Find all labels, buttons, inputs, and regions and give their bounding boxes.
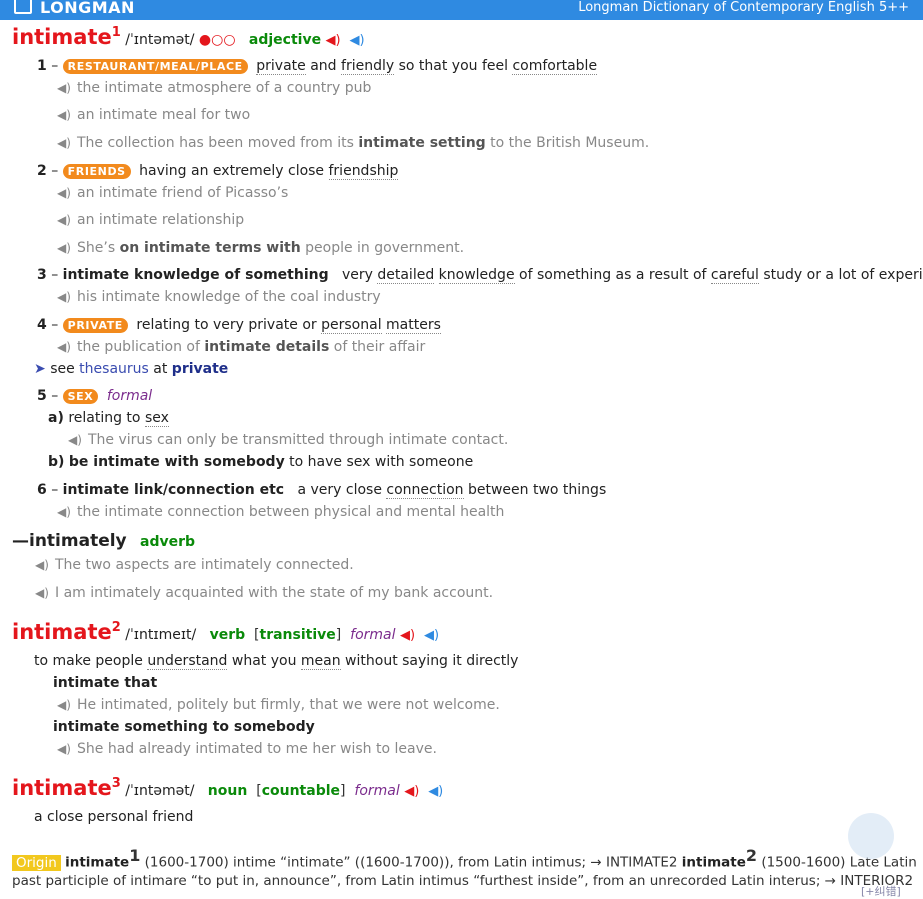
speaker-icon[interactable]: ◀) [57,742,77,756]
thesaurus-pointer: ➤ see thesaurus at private [34,361,229,377]
entry-2-def: to make people understand what you mean … [34,653,519,670]
example: ◀) He intimated, politely but firmly, tha… [57,697,500,713]
example: ◀) The virus can only be transmitted thro… [68,432,509,448]
sense-badge: RESTAURANT/MEAL/PLACE [62,59,248,74]
arrow-pointer-icon: ➤ [34,361,46,377]
sense-1: 1 – RESTAURANT/MEAL/PLACE private and fr… [37,58,598,75]
app-header: LONGMAN Longman Dictionary of Contempora… [0,0,923,20]
speaker-icon[interactable]: ◀) [57,213,77,227]
lexical-unit: intimate knowledge of something [62,267,329,283]
headword: intimate2 [12,620,121,644]
speaker-british-icon[interactable]: ◀) [404,784,419,799]
dictionary-title: Longman Dictionary of Contemporary Engli… [578,0,909,15]
speaker-icon[interactable]: ◀) [68,433,88,447]
etymology-line-1: Origin intimate1 (1600-1700) intime “int… [12,846,917,871]
longman-logo: LONGMAN [14,0,135,17]
speaker-icon[interactable]: ◀) [57,340,77,354]
speaker-american-icon[interactable]: ◀) [428,784,443,799]
pronunciation: /ˈɪntəmət/ [125,32,195,48]
speaker-icon[interactable]: ◀) [35,586,55,600]
origin-badge: Origin [12,854,61,871]
pattern: intimate that [53,675,158,691]
example: ◀) his intimate knowledge of the coal ind… [57,289,381,305]
speaker-british-icon[interactable]: ◀) [326,33,341,48]
book-logo-icon [14,0,32,14]
sense-2: 2 – FRIENDS having an extremely close fr… [37,163,399,180]
etymology-line-2: past participle of intimare “to put in, … [12,873,914,889]
headword: intimate1 [12,25,121,49]
thesaurus-link[interactable]: thesaurus [79,361,149,377]
example: ◀) She had already intimated to me her wi… [57,741,437,757]
part-of-speech: adjective [248,32,322,48]
thesaurus-target-link[interactable]: private [172,361,229,377]
entry-3-def: a close personal friend [34,809,194,825]
entry-3-head: intimate3 /ˈɪntəmət/ noun [countable] fo… [12,776,444,800]
speaker-icon[interactable]: ◀) [57,136,77,150]
speaker-icon[interactable]: ◀) [57,81,77,95]
floating-action-icon[interactable] [848,813,894,859]
example: ◀) I am intimately acquainted with the st… [35,585,494,601]
subsense-a: a) relating to sex [48,410,169,427]
speaker-icon[interactable]: ◀) [57,698,77,712]
sense-def: private and friendly so that you feel co… [256,58,598,75]
example: ◀) the publication of intimate details of… [57,339,426,355]
entry-2-head: intimate2 /ˈɪntɪmeɪt/ verb [transitive] … [12,620,440,644]
register-label: formal [106,388,153,404]
sense-5: 5 – SEX formal [37,388,153,404]
entry-1-head: intimate1 /ˈɪntəmət/ ●○○ adjective ◀) ◀) [12,25,365,49]
speaker-icon[interactable]: ◀) [35,558,55,572]
sense-6: 6 – intimate link/connection etc a very … [37,482,607,499]
speaker-american-icon[interactable]: ◀) [424,628,439,643]
speaker-icon[interactable]: ◀) [57,108,77,122]
sense-badge: PRIVATE [62,318,128,333]
sense-3: 3 – intimate knowledge of something very… [37,267,923,284]
example: ◀) an intimate meal for two [57,107,251,123]
runon-head: —intimately adverb [12,531,196,551]
speaker-british-icon[interactable]: ◀) [400,628,415,643]
example: ◀) an intimate friend of Picasso’s [57,185,289,201]
speaker-icon[interactable]: ◀) [57,241,77,255]
speaker-icon[interactable]: ◀) [57,290,77,304]
example: ◀) the intimate atmosphere of a country p… [57,80,372,96]
sense-4: 4 – PRIVATE relating to very private or … [37,317,441,334]
speaker-american-icon[interactable]: ◀) [350,33,365,48]
headword: intimate3 [12,776,121,800]
pattern: intimate something to somebody [53,719,315,735]
subsense-b: b) be intimate with somebody to have sex… [48,454,474,470]
example: ◀) She’s on intimate terms with people in… [57,240,465,256]
report-error-link[interactable]: [+纠错] [861,883,901,899]
example: ◀) The collection has been moved from its… [57,135,650,151]
example: ◀) the intimate connection between physic… [57,504,505,520]
sense-badge: FRIENDS [62,164,131,179]
speaker-icon[interactable]: ◀) [57,186,77,200]
example: ◀) an intimate relationship [57,212,245,228]
def-word[interactable]: private [256,58,306,75]
sense-badge: SEX [62,389,99,404]
frequency-dots: ●○○ [198,32,236,48]
speaker-icon[interactable]: ◀) [57,505,77,519]
example: ◀) The two aspects are intimately connect… [35,557,354,573]
